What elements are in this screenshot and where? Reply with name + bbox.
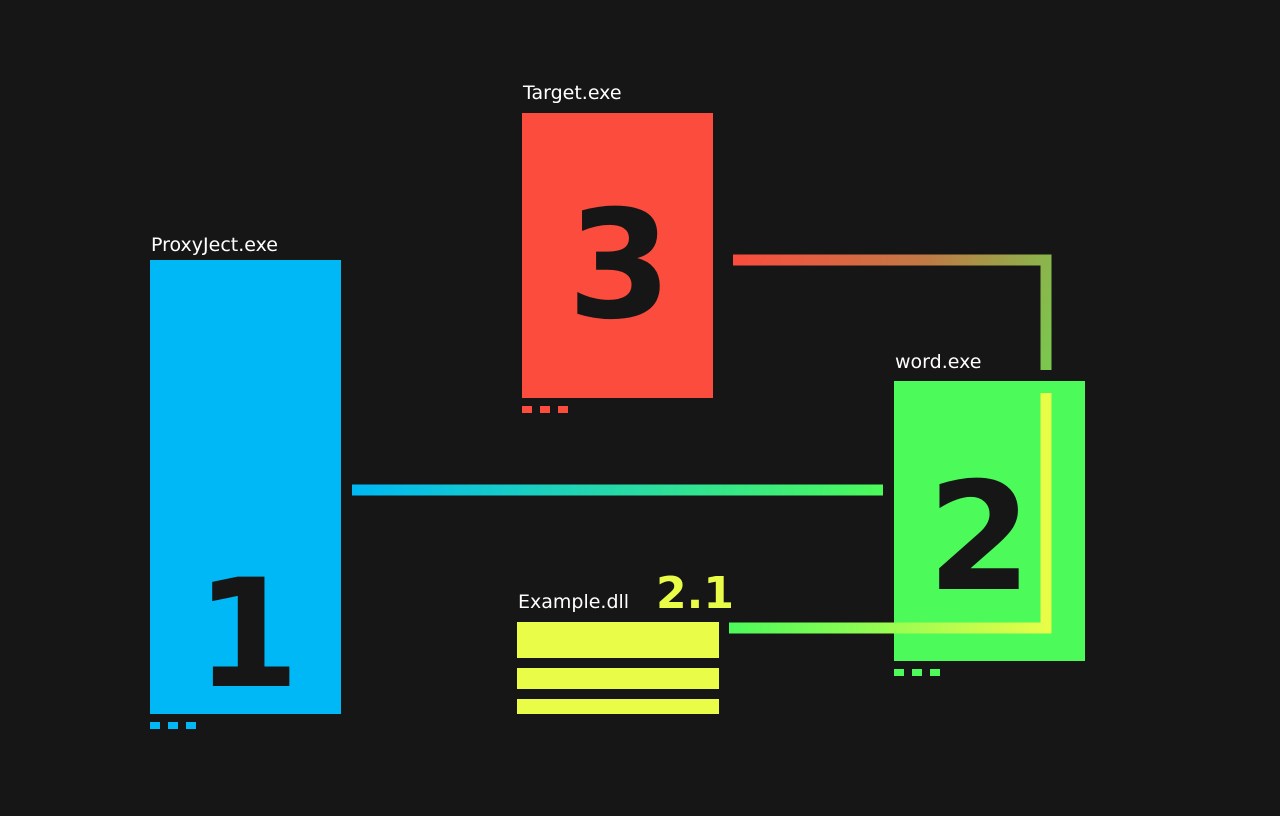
connector-overlay bbox=[729, 393, 1052, 634]
dll-number: 2.1 bbox=[656, 568, 734, 619]
dll-label: Example.dll bbox=[518, 591, 630, 613]
dll-bar-1 bbox=[517, 622, 719, 658]
dll-bar-2 bbox=[517, 668, 719, 689]
dll-bar-3 bbox=[517, 699, 719, 714]
diagram-canvas: ProxyJect.exe 1 Target.exe 3 word.exe 2 bbox=[0, 0, 1280, 816]
